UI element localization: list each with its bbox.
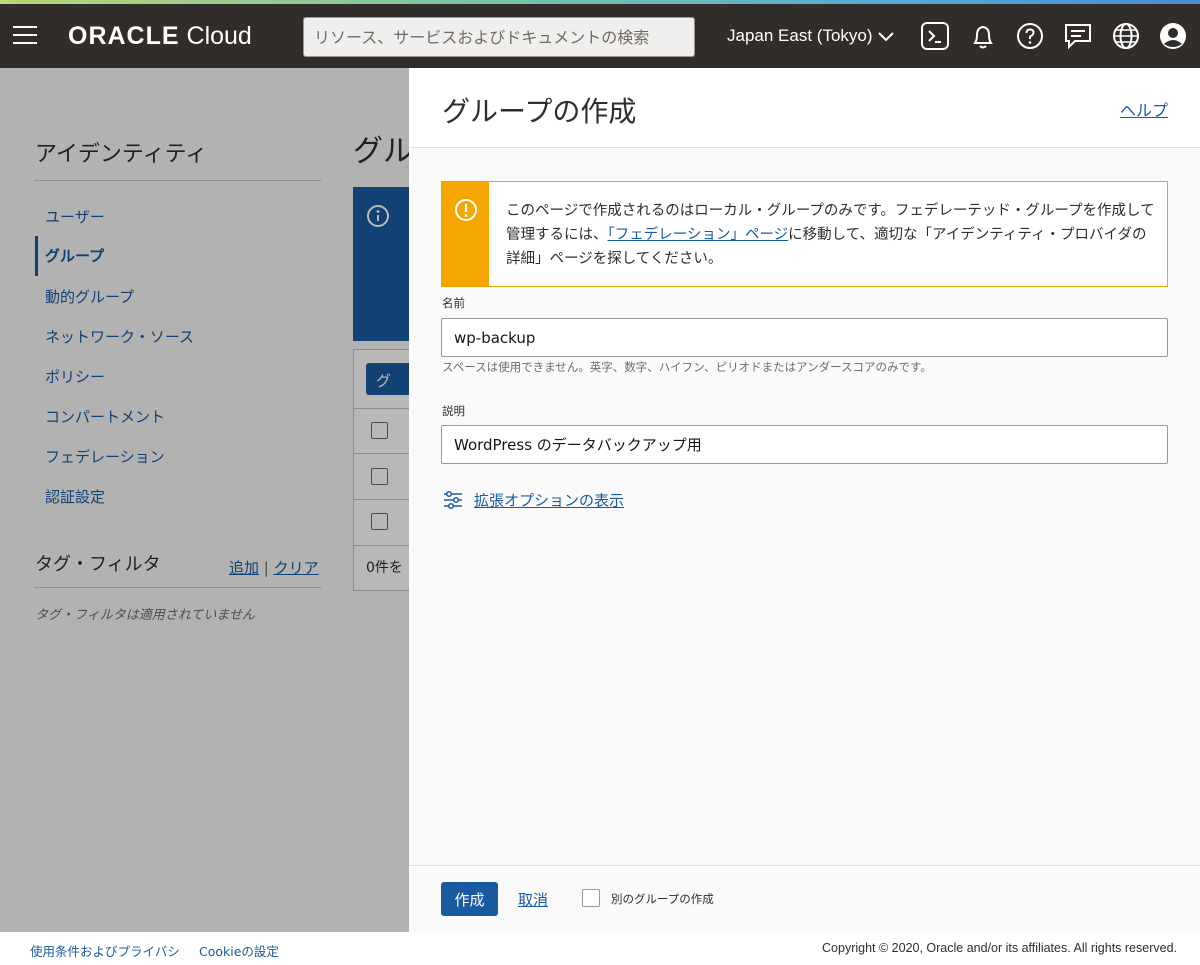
- federation-page-link[interactable]: 「フェデレーション」ページ: [608, 227, 789, 243]
- warning-stripe: [442, 182, 489, 286]
- copyright-text: Copyright © 2020, Oracle and/or its affi…: [822, 941, 1177, 955]
- bell-icon[interactable]: [968, 21, 998, 51]
- oracle-cloud-logo[interactable]: ORACLE Cloud: [68, 22, 252, 51]
- advanced-options-link[interactable]: 拡張オプションの表示: [442, 489, 624, 511]
- name-label: 名前: [442, 296, 465, 310]
- cancel-link[interactable]: 取消: [518, 889, 548, 910]
- top-bar: ORACLE Cloud Japan East (Tokyo): [0, 4, 1200, 68]
- menu-icon[interactable]: [13, 26, 37, 46]
- globe-icon[interactable]: [1111, 21, 1141, 51]
- terms-privacy-link[interactable]: 使用条件およびプライバシ: [30, 941, 180, 960]
- search-input[interactable]: [303, 17, 695, 57]
- warning-icon: [455, 199, 477, 221]
- chat-icon[interactable]: [1063, 21, 1093, 51]
- panel-header: グループの作成 ヘルプ: [409, 68, 1200, 148]
- create-another-label: 別のグループの作成: [611, 892, 714, 906]
- create-button[interactable]: 作成: [441, 882, 498, 916]
- panel-footer: 作成 取消 別のグループの作成: [409, 865, 1200, 932]
- chevron-down-icon: [877, 31, 894, 41]
- user-icon[interactable]: [1158, 21, 1188, 51]
- name-hint: スペースは使用できません。英字、数字、ハイフン、ピリオドまたはアンダースコアのみ…: [442, 360, 932, 374]
- modal-overlay[interactable]: [0, 68, 409, 932]
- cookie-settings-link[interactable]: Cookieの設定: [199, 941, 279, 960]
- sliders-icon: [444, 490, 462, 510]
- create-group-panel: グループの作成 ヘルプ このページで作成されるのはローカル・グループのみです。フ…: [409, 68, 1200, 932]
- name-field[interactable]: [441, 318, 1168, 357]
- description-field[interactable]: [441, 425, 1168, 464]
- warning-banner: このページで作成されるのはローカル・グループのみです。フェデレーテッド・グループ…: [441, 181, 1168, 287]
- page-footer: 使用条件およびプライバシ Cookieの設定 Copyright © 2020,…: [0, 932, 1200, 965]
- cloud-shell-icon[interactable]: [920, 21, 950, 51]
- description-label: 説明: [442, 404, 465, 418]
- help-icon[interactable]: [1015, 21, 1045, 51]
- warning-text: このページで作成されるのはローカル・グループのみです。フェデレーテッド・グループ…: [506, 203, 1155, 267]
- region-selector[interactable]: Japan East (Tokyo): [727, 26, 895, 46]
- help-link[interactable]: ヘルプ: [1120, 97, 1168, 121]
- create-another-checkbox[interactable]: [582, 889, 600, 907]
- panel-title: グループの作成: [442, 95, 637, 128]
